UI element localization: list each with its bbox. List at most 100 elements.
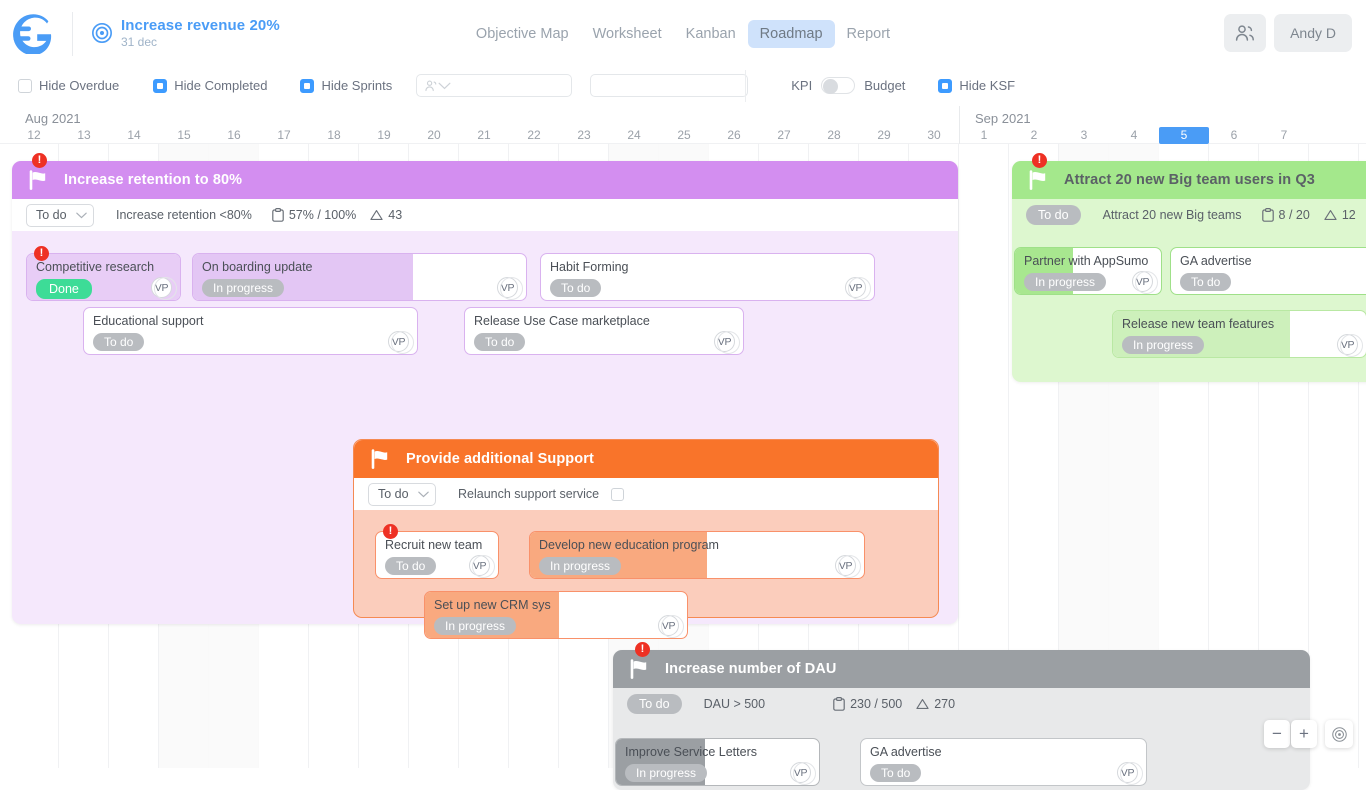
tab-roadmap[interactable]: Roadmap <box>748 20 835 48</box>
filter-hide-overdue[interactable]: Hide Overdue <box>18 78 119 93</box>
budget-toggle[interactable] <box>821 77 855 94</box>
timeline-day-today[interactable]: 5 <box>1159 127 1209 144</box>
task-card[interactable]: Release Use Case marketplace To do VP <box>464 307 744 355</box>
tab-worksheet[interactable]: Worksheet <box>581 20 674 48</box>
timeline-day[interactable]: 12 <box>9 127 59 144</box>
timeline-day[interactable]: 24 <box>609 127 659 144</box>
task-avatar[interactable]: VP <box>1117 762 1138 783</box>
task-card[interactable]: Develop new education program In progres… <box>529 531 865 579</box>
filter-hide-sprints[interactable]: Hide Sprints <box>300 78 392 93</box>
timeline-day[interactable]: 27 <box>759 127 809 144</box>
timeline-day[interactable]: 19 <box>359 127 409 144</box>
timeline-day[interactable]: 13 <box>59 127 109 144</box>
task-card[interactable]: Set up new CRM sys In progress VP <box>424 591 688 639</box>
task-avatar[interactable]: VP <box>790 762 811 783</box>
timeline-day[interactable]: 23 <box>559 127 609 144</box>
status-select-value: To do <box>36 208 67 222</box>
recenter-button[interactable] <box>1325 720 1353 748</box>
card-title-retention: Increase retention to 80% <box>64 172 242 188</box>
zoom-in-button[interactable]: + <box>1291 720 1317 748</box>
card-header-dau[interactable]: Increase number of DAU <box>613 650 1310 688</box>
relaunch-support-checkbox[interactable] <box>611 488 624 501</box>
card-header-bigteams[interactable]: Attract 20 new Big team users in Q3 <box>1012 161 1366 199</box>
timeline-day[interactable]: 28 <box>809 127 859 144</box>
timeline-day[interactable]: 20 <box>409 127 459 144</box>
status-pill-bigteams[interactable]: To do <box>1026 205 1081 225</box>
timeline-day[interactable]: 7 <box>1259 127 1309 144</box>
task-avatar[interactable]: VP <box>714 331 735 352</box>
task-card[interactable]: Partner with AppSumo In progress VP <box>1014 247 1162 295</box>
timeline-day[interactable]: 18 <box>309 127 359 144</box>
task-avatar[interactable]: VP <box>835 555 856 576</box>
task-card[interactable]: GA advertise To do VP <box>1170 247 1366 295</box>
timeline-day[interactable]: 3 <box>1059 127 1109 144</box>
timeline-day[interactable]: 14 <box>109 127 159 144</box>
card-header-support[interactable]: Provide additional Support <box>354 440 938 478</box>
gaiku-logo-icon <box>13 14 59 54</box>
tab-report[interactable]: Report <box>835 20 903 48</box>
timeline-day[interactable]: 15 <box>159 127 209 144</box>
task-avatar[interactable]: VP <box>1337 334 1358 355</box>
timeline-day[interactable]: 4 <box>1109 127 1159 144</box>
card-header-retention[interactable]: Increase retention to 80% <box>12 161 958 199</box>
zoom-out-button[interactable]: − <box>1264 720 1290 748</box>
task-avatar[interactable]: VP <box>845 277 866 298</box>
task-name: On boarding update <box>202 260 517 274</box>
user-menu-button[interactable]: Andy D <box>1274 14 1352 52</box>
task-avatar[interactable]: VP <box>1132 271 1153 292</box>
timeline-day[interactable]: 22 <box>509 127 559 144</box>
task-card[interactable]: GA advertise To do VP <box>860 738 1147 786</box>
timeline-day[interactable]: 25 <box>659 127 709 144</box>
card-title-dau: Increase number of DAU <box>665 661 836 677</box>
tab-kanban[interactable]: Kanban <box>674 20 748 48</box>
task-avatar[interactable]: VP <box>497 277 518 298</box>
task-card[interactable]: Improve Service Letters In progress VP <box>615 738 820 786</box>
timeline-day[interactable]: 26 <box>709 127 759 144</box>
search-box[interactable] <box>590 74 748 97</box>
hide-sprints-checkbox[interactable] <box>300 79 314 93</box>
task-card[interactable]: On boarding update In progress VP <box>192 253 527 301</box>
task-name: Habit Forming <box>550 260 865 274</box>
objective-card-support[interactable]: Provide additional Support To do Relaunc… <box>353 439 939 618</box>
task-avatar[interactable]: VP <box>469 555 490 576</box>
delta-value-dau: 270 <box>934 697 955 711</box>
status-select-support[interactable]: To do <box>368 483 436 506</box>
filter-hide-ksf[interactable]: Hide KSF <box>938 78 1015 93</box>
assignee-select[interactable] <box>416 74 572 97</box>
team-button[interactable] <box>1224 14 1266 52</box>
task-card[interactable]: Competitive research Done VP <box>26 253 181 301</box>
task-card[interactable]: Educational support To do VP <box>83 307 418 355</box>
hide-ksf-checkbox[interactable] <box>938 79 952 93</box>
flag-icon <box>1028 170 1050 190</box>
card-body-support: Recruit new team To do VP ! Develop new … <box>354 510 938 619</box>
timeline-day[interactable]: 1 <box>959 127 1009 144</box>
task-status-pill: To do <box>93 333 144 351</box>
timeline-day[interactable]: 30 <box>909 127 959 144</box>
task-card[interactable]: Release new team features In progress VP <box>1112 310 1366 358</box>
objective-card-bigteams[interactable]: ! Attract 20 new Big team users in Q3 To… <box>1012 161 1366 382</box>
timeline-day[interactable]: 6 <box>1209 127 1259 144</box>
timeline-day[interactable]: 29 <box>859 127 909 144</box>
hide-completed-checkbox[interactable] <box>153 79 167 93</box>
task-avatar[interactable]: VP <box>151 277 172 298</box>
filter-hide-completed[interactable]: Hide Completed <box>153 78 267 93</box>
task-avatar[interactable]: VP <box>388 331 409 352</box>
status-pill-dau[interactable]: To do <box>627 694 682 714</box>
status-select-retention[interactable]: To do <box>26 204 94 227</box>
task-status-pill: In progress <box>202 279 284 297</box>
hide-overdue-checkbox[interactable] <box>18 79 32 93</box>
timeline-day[interactable]: 16 <box>209 127 259 144</box>
top-right-actions: Andy D <box>1224 14 1352 52</box>
timeline-day[interactable]: 17 <box>259 127 309 144</box>
card-subbar-retention: To do Increase retention <80% 57% / 100%… <box>12 199 958 231</box>
tab-objective-map[interactable]: Objective Map <box>464 20 581 48</box>
app-logo[interactable] <box>0 0 72 67</box>
objective-card-dau[interactable]: ! Increase number of DAU To do DAU > 500… <box>613 650 1310 790</box>
timeline-day[interactable]: 21 <box>459 127 509 144</box>
task-avatar[interactable]: VP <box>658 615 679 636</box>
objective-card-retention[interactable]: ! Increase retention to 80% To do Increa… <box>12 161 958 624</box>
task-card[interactable]: Habit Forming To do VP <box>540 253 875 301</box>
objective-block[interactable]: Increase revenue 20% 31 dec <box>91 17 280 50</box>
timeline-day[interactable]: 2 <box>1009 127 1059 144</box>
search-input[interactable] <box>598 79 753 93</box>
